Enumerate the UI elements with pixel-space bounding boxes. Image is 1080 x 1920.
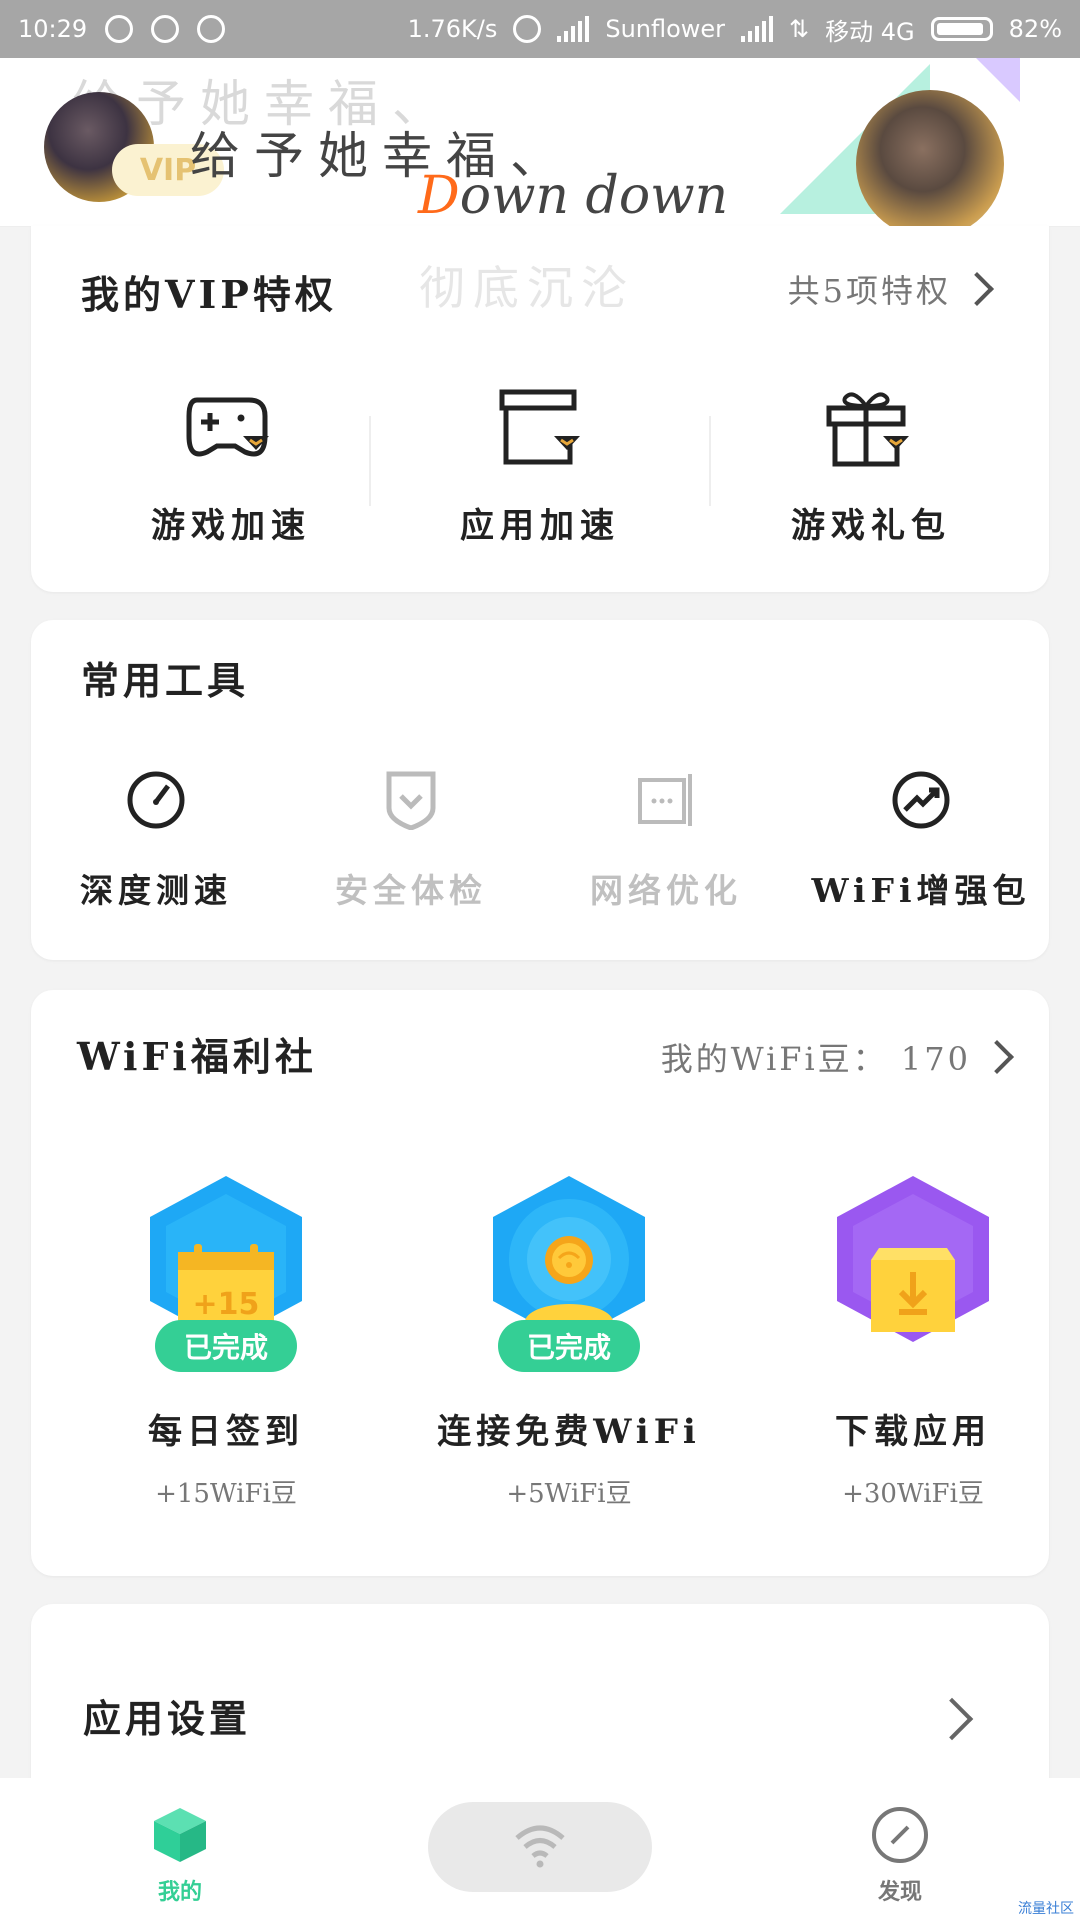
tool-security-check[interactable]: 安全体检: [286, 770, 536, 912]
header-subtitle: Down down: [418, 166, 729, 226]
trend-icon: [891, 770, 951, 830]
vip-privileges-link[interactable]: 共5项特权: [787, 266, 994, 312]
chevron-right-icon: [930, 1697, 974, 1741]
speedometer-icon: [126, 770, 186, 830]
status-bar: 10:29 1.76K/s Sunflower ⇅ 移动 4G 82%: [0, 0, 1080, 58]
ghost-text: 彻底沉沦: [419, 261, 635, 315]
task-points: +30WiFi豆: [842, 1479, 984, 1509]
vip-privileges-card: 我的VIP特权 彻底沉沦 共5项特权 游戏加速 应用加速 游戏礼包: [31, 226, 1049, 592]
tool-label: 网络优化: [590, 871, 742, 910]
tool-label: 安全体检: [335, 871, 487, 910]
notification-icon: [105, 15, 134, 43]
carrier-name-2: 移动 4G: [825, 17, 915, 46]
section-title: 常用工具: [81, 658, 250, 703]
tool-wifi-boost[interactable]: WiFi增强包: [796, 770, 1046, 912]
gift-icon: [823, 386, 919, 470]
vip-item-label: 游戏礼包: [791, 506, 951, 546]
nav-label: 发现: [877, 1880, 922, 1905]
network-icon: [636, 770, 696, 830]
wifi-beans-link[interactable]: 我的WiFi豆： 170: [660, 1034, 1014, 1080]
gamepad-icon: [183, 386, 279, 470]
download-box-icon: [837, 1176, 989, 1342]
watermark: 流量社区: [1018, 1901, 1074, 1917]
tool-speed-test[interactable]: 深度测速: [31, 770, 281, 912]
notification-icon: [151, 15, 180, 43]
task-points: +15WiFi豆: [155, 1479, 297, 1509]
tool-label: WiFi增强包: [811, 871, 1031, 910]
network-speed: 1.76K/s: [407, 15, 498, 43]
wifi-beans-label: 我的WiFi豆： 170: [660, 1040, 971, 1078]
battery-level: 82%: [1008, 15, 1062, 43]
status-badge: 已完成: [155, 1320, 297, 1372]
coin-icon: 已完成: [493, 1176, 645, 1372]
bottom-nav: 我的 发现 流量社区: [0, 1778, 1080, 1920]
common-tools-card: 常用工具 深度测速 安全体检 网络优化 WiFi增强包: [31, 620, 1049, 960]
status-badge: 已完成: [498, 1320, 640, 1372]
section-title: 我的VIP特权: [81, 272, 337, 317]
vip-item-label: 应用加速: [460, 506, 620, 546]
vip-item-game-gift[interactable]: 游戏礼包: [721, 386, 1021, 547]
task-connect-wifi[interactable]: 已完成 连接免费WiFi +5WiFi豆: [409, 1176, 729, 1510]
task-daily-checkin[interactable]: +15 已完成 每日签到 +15WiFi豆: [66, 1176, 386, 1510]
task-name: 连接免费WiFi: [437, 1412, 701, 1452]
carrier-name: Sunflower: [605, 15, 726, 43]
decor-triangle: [970, 58, 1020, 102]
wifi-connect-button[interactable]: [428, 1802, 652, 1892]
svg-text:+15: +15: [193, 1287, 260, 1322]
compass-icon: [830, 1806, 970, 1868]
tool-network-optimize[interactable]: 网络优化: [541, 770, 791, 912]
nav-discover[interactable]: 发现: [830, 1806, 970, 1906]
cube-icon: [110, 1806, 250, 1868]
wifi-icon: [515, 1825, 565, 1868]
signal-icon: [741, 16, 774, 42]
nav-label: 我的: [157, 1880, 202, 1905]
divider: [369, 416, 371, 506]
signal-icon: [557, 16, 590, 42]
settings-label: 应用设置: [83, 1696, 252, 1741]
shield-icon: [381, 770, 441, 831]
task-points: +5WiFi豆: [506, 1479, 632, 1509]
task-download-app[interactable]: 下载应用 +30WiFi豆: [753, 1176, 1073, 1510]
tool-label: 深度测速: [80, 871, 232, 910]
chevron-right-icon: [980, 1040, 1014, 1074]
vip-item-game-boost[interactable]: 游戏加速: [81, 386, 381, 547]
profile-header: 给予她幸福、 VIP 给予她幸福、 Down down: [0, 58, 1080, 227]
battery-icon: [930, 17, 993, 41]
vip-item-label: 游戏加速: [151, 506, 311, 546]
wifi-welfare-card: WiFi福利社 我的WiFi豆： 170 +15 已完成 每日签到 +15WiF…: [31, 990, 1049, 1576]
box-icon: [492, 386, 588, 470]
alarm-icon: [513, 15, 542, 43]
avatar[interactable]: [856, 90, 1004, 226]
vip-item-app-boost[interactable]: 应用加速: [390, 386, 690, 547]
status-time: 10:29: [18, 15, 88, 43]
section-title: WiFi福利社: [77, 1034, 317, 1079]
chevron-right-icon: [960, 272, 994, 306]
data-arrows-icon: ⇅: [789, 15, 810, 43]
task-name: 下载应用: [835, 1412, 991, 1452]
task-name: 每日签到: [148, 1412, 304, 1452]
app-settings-row[interactable]: 应用设置: [31, 1604, 1049, 1804]
nav-mine[interactable]: 我的: [110, 1806, 250, 1906]
calendar-icon: +15 已完成: [150, 1176, 302, 1372]
vip-privileges-link-label: 共5项特权: [787, 272, 951, 310]
notification-icon: [197, 15, 226, 43]
divider: [709, 416, 711, 506]
